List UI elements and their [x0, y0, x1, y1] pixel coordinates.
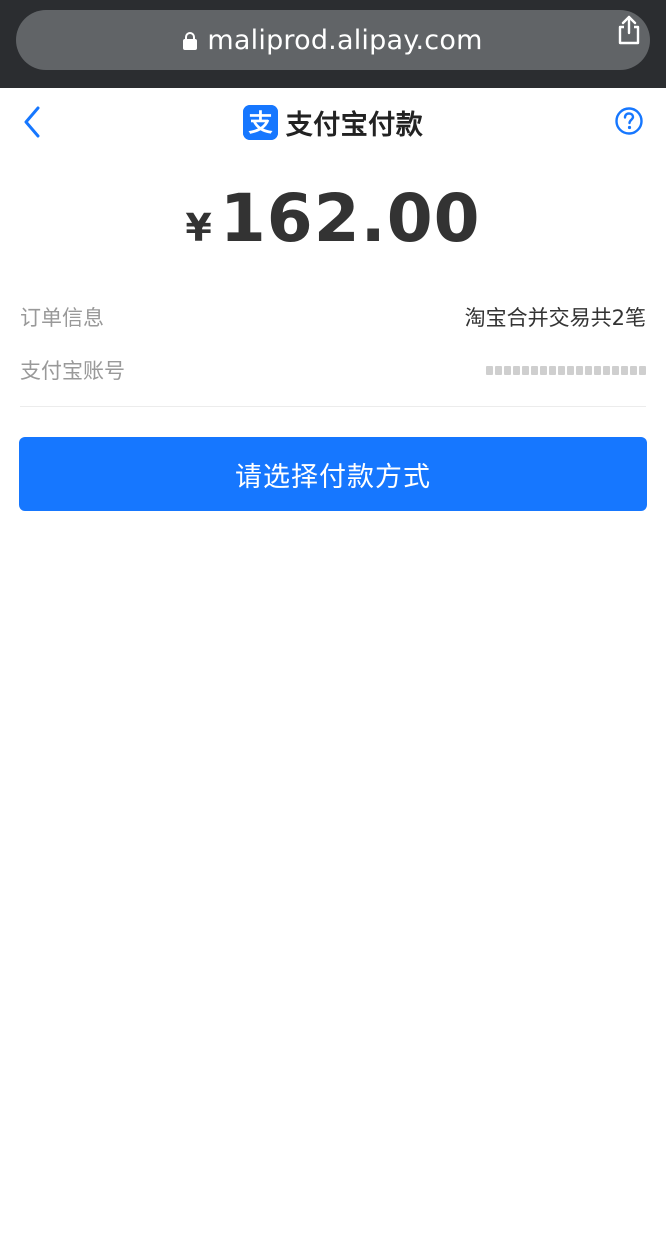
divider [20, 406, 646, 407]
help-circle-icon[interactable] [614, 106, 644, 136]
select-payment-method-button[interactable]: 请选择付款方式 [19, 437, 647, 511]
order-info-label: 订单信息 [20, 306, 104, 330]
alipay-logo-glyph: 支 [248, 109, 273, 137]
masked-account-value [484, 365, 646, 375]
account-label: 支付宝账号 [20, 359, 125, 383]
order-info-value: 淘宝合并交易共2笔 [464, 306, 646, 330]
page-header: 支 支付宝付款 [0, 88, 666, 156]
browser-toolbar: maliprod.alipay.com [0, 0, 666, 88]
url-text: maliprod.alipay.com [207, 24, 483, 56]
chevron-left-icon[interactable] [20, 104, 44, 140]
share-icon[interactable] [614, 14, 644, 46]
lock-icon [183, 32, 198, 50]
currency-symbol: ¥ [185, 206, 212, 250]
payment-amount: ¥ 162.00 [0, 180, 666, 270]
order-info-row: 订单信息 淘宝合并交易共2笔 [20, 297, 646, 337]
address-bar[interactable]: maliprod.alipay.com [16, 10, 650, 70]
alipay-logo-icon: 支 [242, 104, 278, 140]
page-title: 支付宝付款 [285, 109, 424, 141]
account-info-row: 支付宝账号 [20, 350, 646, 390]
amount-value: 162.00 [219, 180, 481, 257]
